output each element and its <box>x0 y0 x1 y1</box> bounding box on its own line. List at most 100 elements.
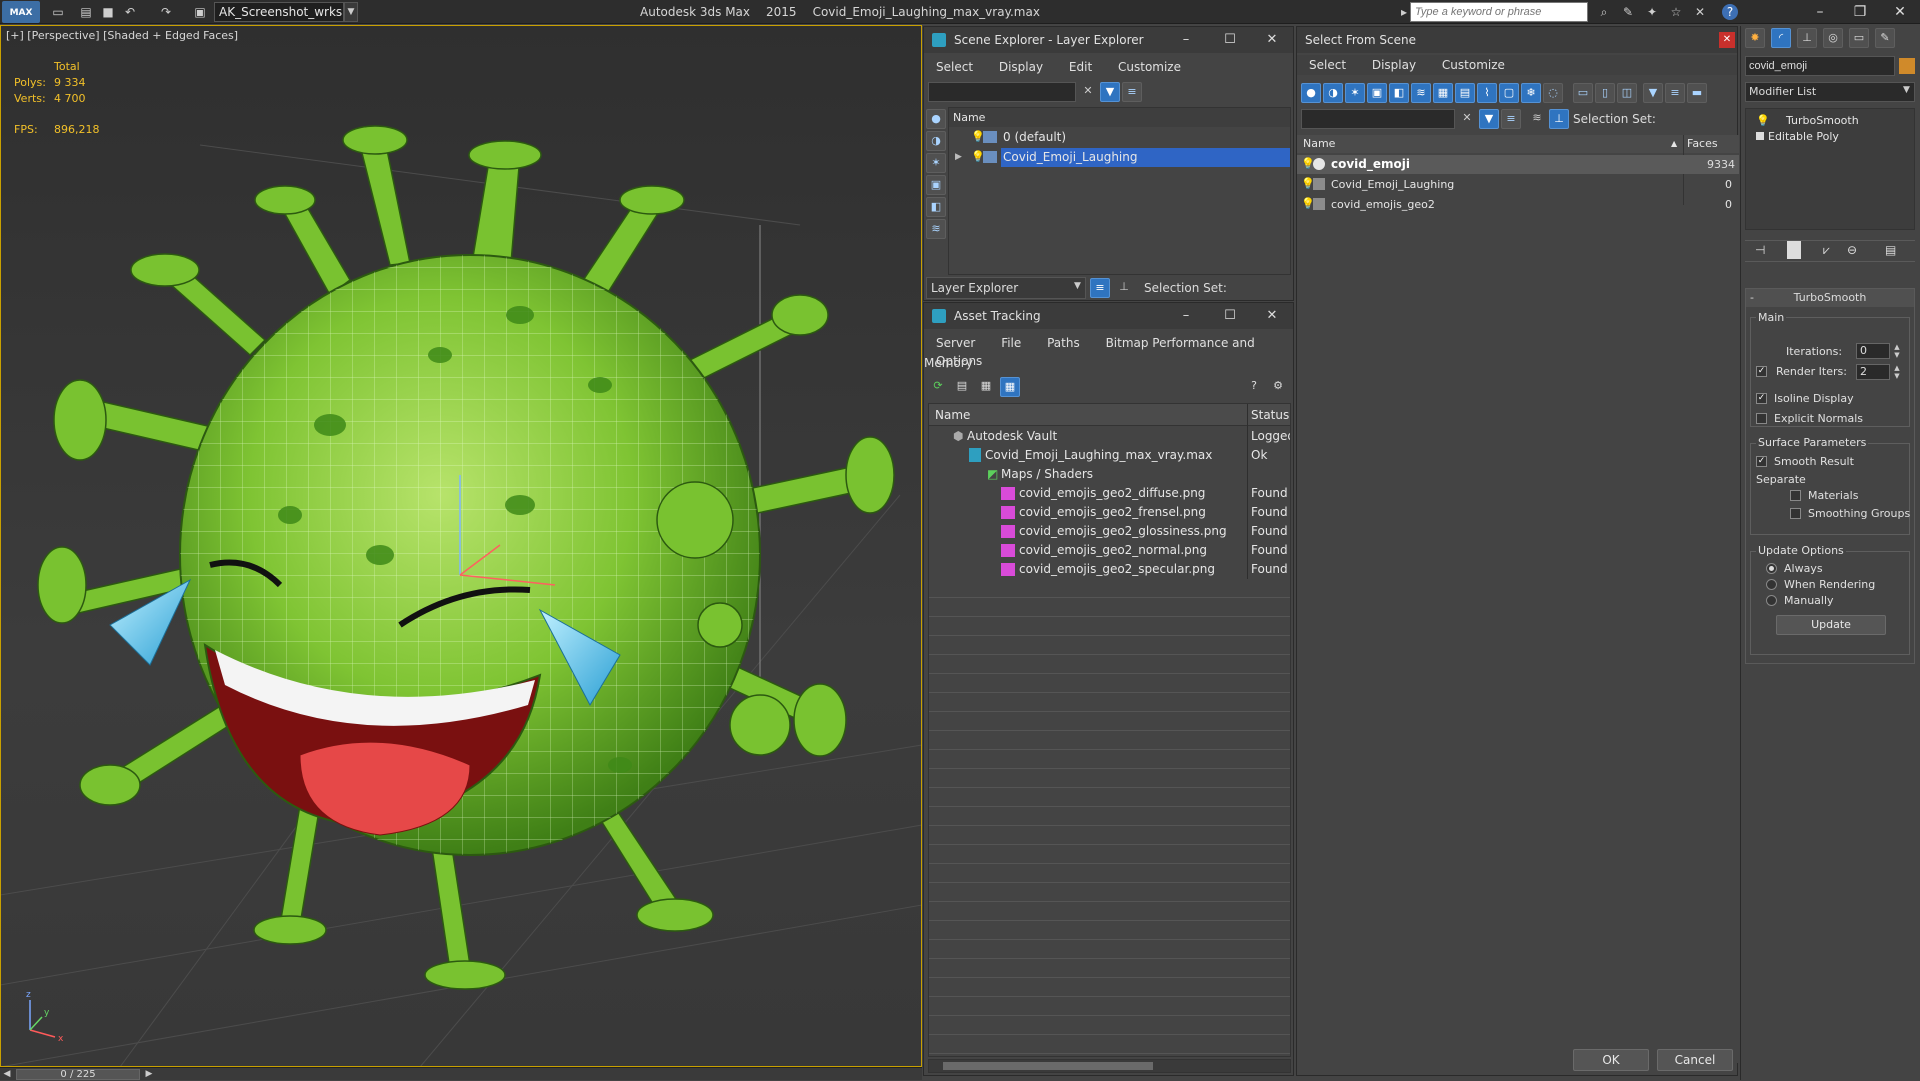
layer-row-covid[interactable]: ▶ 💡 Covid_Emoji_Laughing <box>949 148 1290 167</box>
perspective-viewport[interactable]: [+] [Perspective] [Shaded + Edged Faces]… <box>0 25 922 1067</box>
new-file-icon[interactable]: ▭ <box>50 4 66 20</box>
layer-toggle-icon[interactable]: ≡ <box>1090 278 1110 298</box>
iterations-spinner[interactable]: 0 <box>1856 343 1890 359</box>
collapse-icon[interactable]: - <box>1750 289 1754 307</box>
sort-icon[interactable]: ≡ <box>1665 83 1685 103</box>
select-invert-icon[interactable]: ◫ <box>1617 83 1637 103</box>
maximize-icon[interactable]: ☐ <box>1208 27 1252 53</box>
render-iters-checkbox[interactable]: ✓ <box>1756 366 1767 377</box>
xrefs-filter-icon[interactable]: ▤ <box>1455 83 1475 103</box>
utilities-tab-icon[interactable]: ✎ <box>1875 28 1895 48</box>
make-unique-icon[interactable]: ⩗ <box>1823 243 1830 258</box>
containers-filter-icon[interactable]: ▢ <box>1499 83 1519 103</box>
hierarchy-icon[interactable]: ⊥ <box>1549 109 1569 129</box>
display-geometry-icon[interactable]: ● <box>926 109 946 129</box>
always-radio[interactable] <box>1766 563 1777 574</box>
menu-edit[interactable]: Edit <box>1069 60 1092 74</box>
spinner-arrows-icon[interactable]: ▲ ▼ <box>1892 364 1902 380</box>
frozen-filter-icon[interactable]: ❄ <box>1521 83 1541 103</box>
rollout-header[interactable]: - TurboSmooth <box>1746 289 1914 307</box>
table-view-icon[interactable]: ▦ <box>1000 377 1020 397</box>
menu-display[interactable]: Display <box>999 60 1043 74</box>
list-view-icon[interactable]: ▤ <box>952 377 972 397</box>
asset-row[interactable]: Covid_Emoji_Laughing_max_vray.max Ok <box>929 446 1290 465</box>
ok-button[interactable]: OK <box>1573 1049 1649 1071</box>
asset-row[interactable]: covid_emojis_geo2_frensel.png Found <box>929 503 1290 522</box>
menu-select[interactable]: Select <box>936 60 973 74</box>
geometry-filter-icon[interactable]: ● <box>1301 83 1321 103</box>
minimize-icon[interactable]: – <box>1800 0 1840 24</box>
collapse-icon[interactable]: ▬ <box>1687 83 1707 103</box>
update-button[interactable]: Update <box>1776 615 1886 635</box>
favorites-star-icon[interactable]: ☆ <box>1668 4 1684 20</box>
help-icon[interactable]: ? <box>1244 377 1264 397</box>
refresh-icon[interactable]: ⟳ <box>928 377 948 397</box>
explicit-normals-checkbox[interactable] <box>1756 413 1767 424</box>
maximize-icon[interactable]: ☐ <box>1208 303 1252 329</box>
light-bulb-icon[interactable]: 💡 <box>971 151 985 163</box>
menu-select[interactable]: Select <box>1309 58 1346 72</box>
object-row[interactable]: 💡 Covid_Emoji_Laughing 0 <box>1297 175 1739 194</box>
time-slider[interactable]: 0 / 225 <box>16 1069 140 1080</box>
layer-explorer-dropdown[interactable]: Layer Explorer <box>926 277 1086 299</box>
light-bulb-icon[interactable]: 💡 <box>1301 198 1315 210</box>
sort-arrow-icon[interactable]: ▲ <box>1671 135 1677 153</box>
save-file-icon[interactable]: ■ <box>100 4 116 20</box>
scene-search-input[interactable] <box>928 82 1076 102</box>
scene-explorer-title[interactable]: Scene Explorer - Layer Explorer – ☐ ✕ <box>924 27 1293 53</box>
spinner-arrows-icon[interactable]: ▲ ▼ <box>1892 343 1902 359</box>
tools-icon[interactable]: ✎ <box>1620 4 1636 20</box>
filter-funnel-icon[interactable]: ▼ <box>1643 83 1663 103</box>
undo-icon[interactable]: ↶ <box>122 4 138 20</box>
display-lights-icon[interactable]: ✶ <box>926 153 946 173</box>
clear-search-icon[interactable]: ✕ <box>1078 82 1098 102</box>
bones-filter-icon[interactable]: ⌇ <box>1477 83 1497 103</box>
hierarchy-icon[interactable]: ⊥ <box>1114 278 1134 298</box>
create-tab-icon[interactable]: ✸ <box>1745 28 1765 48</box>
project-folder-icon[interactable]: ▣ <box>192 4 208 20</box>
time-slider-bar[interactable]: ◀ 0 / 225 ▶ <box>0 1067 922 1080</box>
filter-icon[interactable]: ▼ <box>1100 82 1120 102</box>
close-icon[interactable]: ✕ <box>1880 0 1920 24</box>
asset-row[interactable]: covid_emojis_geo2_specular.png Found <box>929 560 1290 579</box>
shapes-filter-icon[interactable]: ◑ <box>1323 83 1343 103</box>
object-row-selected[interactable]: 💡 covid_emoji 9334 <box>1297 155 1739 174</box>
open-file-icon[interactable]: ▤ <box>78 4 94 20</box>
exchange-icon[interactable]: ✕ <box>1692 4 1708 20</box>
modifier-list-dropdown[interactable]: Modifier List <box>1745 82 1915 102</box>
layer-options-icon[interactable]: ≡ <box>1122 82 1142 102</box>
smooth-result-checkbox[interactable]: ✓ <box>1756 456 1767 467</box>
minimize-icon[interactable]: – <box>1164 303 1208 329</box>
motion-tab-icon[interactable]: ◎ <box>1823 28 1843 48</box>
menu-paths[interactable]: Paths <box>1047 336 1080 350</box>
materials-checkbox[interactable] <box>1790 490 1801 501</box>
chevron-down-icon[interactable]: ▼ <box>1903 85 1910 95</box>
layer-row-default[interactable]: 💡 0 (default) <box>949 128 1290 147</box>
expand-arrow-icon[interactable]: ▶ <box>955 148 962 167</box>
cancel-button[interactable]: Cancel <box>1657 1049 1733 1071</box>
keyword-search-input[interactable] <box>1410 2 1588 22</box>
select-from-scene-title[interactable]: Select From Scene ✕ <box>1297 27 1737 53</box>
configure-sets-icon[interactable]: ▤ <box>1885 243 1896 257</box>
display-cameras-icon[interactable]: ▣ <box>926 175 946 195</box>
column-header-name[interactable]: Name <box>1303 135 1335 153</box>
menu-server[interactable]: Server <box>936 336 975 350</box>
menu-customize[interactable]: Customize <box>1442 58 1505 72</box>
scrollbar-thumb[interactable] <box>943 1062 1153 1070</box>
render-iters-spinner[interactable]: 2 <box>1856 364 1890 380</box>
settings-icon[interactable]: ⚙ <box>1268 377 1288 397</box>
chevron-down-icon[interactable]: ▼ <box>344 2 358 22</box>
horizontal-scrollbar[interactable] <box>928 1059 1291 1073</box>
light-bulb-icon[interactable]: 💡 <box>971 131 985 143</box>
column-header-status[interactable]: Status <box>1251 404 1289 426</box>
menu-options[interactable]: Options <box>936 354 982 368</box>
asset-row[interactable]: ⬢ Autodesk Vault Logged <box>929 427 1290 446</box>
select-search-input[interactable] <box>1301 109 1455 129</box>
stack-item-editable-poly[interactable]: Editable Poly <box>1746 127 1914 146</box>
redo-icon[interactable]: ↷ <box>158 4 174 20</box>
helpers-filter-icon[interactable]: ◧ <box>1389 83 1409 103</box>
menu-customize[interactable]: Customize <box>1118 60 1181 74</box>
asset-row[interactable]: covid_emojis_geo2_normal.png Found <box>929 541 1290 560</box>
thumbnail-view-icon[interactable]: ▦ <box>976 377 996 397</box>
prev-frame-icon[interactable]: ◀ <box>0 1068 14 1081</box>
